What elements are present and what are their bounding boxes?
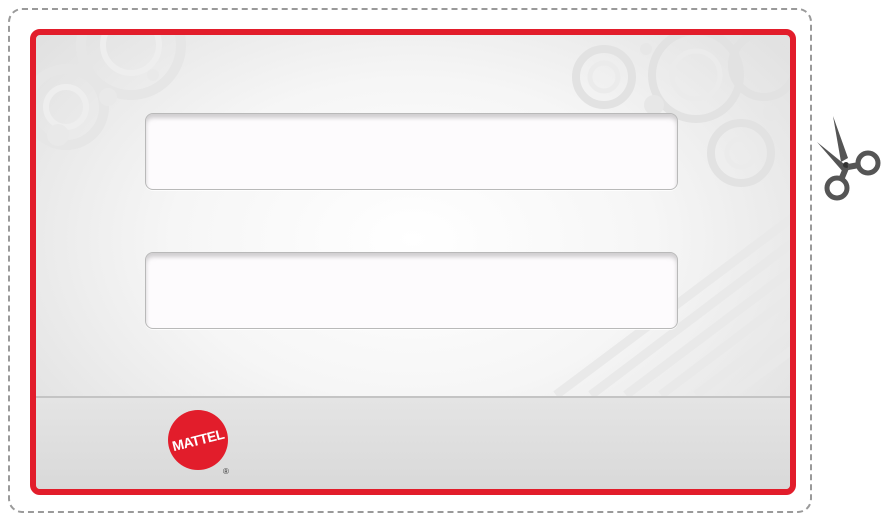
card-footer: MATTEL ® — [36, 396, 790, 489]
card-text-field-1[interactable] — [145, 113, 678, 190]
scissors-icon — [817, 116, 881, 201]
card-panel: MATTEL ® — [30, 29, 796, 495]
gift-card-template: MATTEL ® — [0, 0, 886, 522]
card-text-field-2[interactable] — [145, 252, 678, 329]
mattel-logo: MATTEL ® — [168, 410, 229, 476]
registered-mark: ® — [223, 467, 229, 476]
